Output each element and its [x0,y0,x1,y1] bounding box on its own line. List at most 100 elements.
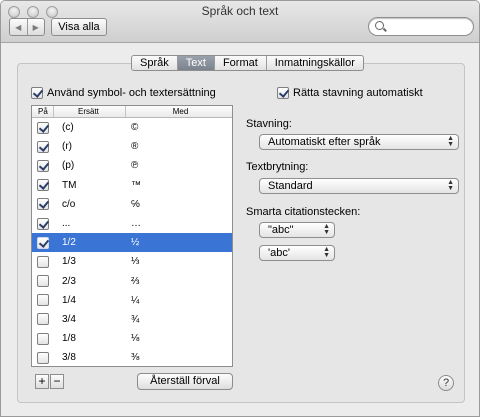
row-with-cell: ¼ [131,294,140,306]
row-with-cell: ¾ [131,313,140,325]
tab-text[interactable]: Text [176,56,214,70]
row-replace-cell: 1/4 [62,294,76,306]
double-quotes-value: "abc" [268,224,294,236]
row-with-cell: ⅓ [131,256,140,268]
row-enabled-checkbox[interactable] [37,236,49,249]
autocorrect-checkbox[interactable] [277,87,289,99]
row-with-cell: ™ [131,179,141,191]
table-body: (c) © (r) ® (p) ℗ TM ™ c/o ℅... … 1/2 ½ 1/3 ⅓ 2/3 ⅔ 1/4 ¼ 3… [32,118,232,366]
updown-arrows-icon: ▲ ▼ [447,135,454,148]
table-row[interactable]: (c) © [32,118,232,137]
row-replace-cell: TM [62,179,77,191]
table-row[interactable]: 1/4 ¼ [32,291,232,310]
single-quotes-popup[interactable]: 'abc' ▲ ▼ [259,245,335,261]
column-with[interactable]: Med [126,106,232,117]
table-row[interactable]: 3/4 ¾ [32,310,232,329]
row-with-cell: … [131,218,141,230]
row-replace-cell: (p) [62,160,75,172]
row-replace-cell: 1/2 [62,237,76,249]
row-enabled-checkbox[interactable] [37,294,49,307]
updown-arrows-icon: ▲ ▼ [323,246,330,259]
remove-button[interactable]: − [50,374,64,389]
spelling-popup[interactable]: Automatiskt efter språk ▲ ▼ [259,134,459,150]
table-row[interactable]: c/o ℅ [32,195,232,214]
autocorrect-row: Rätta stavning automatiskt [277,87,423,99]
row-enabled-checkbox[interactable] [37,121,49,134]
smart-quotes-label: Smarta citationstecken: [246,206,361,218]
tab-format[interactable]: Format [213,56,266,70]
row-replace-cell: 3/8 [62,352,76,364]
row-enabled-cell [32,275,54,288]
back-button[interactable]: ◀ [10,19,27,35]
tab-bar: Språk Text Format Inmatningskällor [131,55,364,71]
row-enabled-cell [32,121,54,134]
row-with-cell: ½ [131,237,140,249]
row-replace-cell: ... [62,218,71,230]
row-enabled-checkbox[interactable] [37,159,49,172]
table-row[interactable]: (r) ® [32,137,232,156]
reset-defaults-button[interactable]: Återställ förval [137,373,233,390]
row-enabled-checkbox[interactable] [37,351,49,364]
row-with-cell: © [131,122,139,134]
use-symbol-label: Använd symbol- och textersättning [47,87,216,99]
replacement-table[interactable]: På Ersätt Med (c) © (r) ® (p) ℗ TM ™ c/o ℅... … 1/2… [31,105,233,367]
table-row[interactable]: 1/3 ⅓ [32,252,232,271]
wordbreak-popup[interactable]: Standard ▲ ▼ [259,178,459,194]
row-enabled-checkbox[interactable] [37,313,49,326]
table-row[interactable]: TM ™ [32,176,232,195]
row-enabled-cell [32,236,54,249]
table-header: På Ersätt Med [32,106,232,118]
row-enabled-checkbox[interactable] [37,255,49,268]
column-on[interactable]: På [32,106,54,117]
row-enabled-checkbox[interactable] [37,140,49,153]
column-replace[interactable]: Ersätt [54,106,126,117]
forward-button[interactable]: ▶ [26,19,45,35]
double-quotes-popup[interactable]: "abc" ▲ ▼ [259,222,335,238]
search-field[interactable] [368,17,474,36]
show-all-button[interactable]: Visa alla [51,18,107,36]
updown-arrows-icon: ▲ ▼ [447,179,454,192]
table-row[interactable]: 1/8 ⅛ [32,329,232,348]
search-icon [375,21,384,30]
row-with-cell: ® [131,141,139,153]
add-button[interactable]: + [35,374,49,389]
row-with-cell: ⅛ [131,333,140,345]
autocorrect-label: Rätta stavning automatiskt [293,87,423,99]
row-with-cell: ⅜ [131,352,140,364]
row-enabled-checkbox[interactable] [37,217,49,230]
row-with-cell: ⅔ [131,275,140,287]
tab-input-sources[interactable]: Inmatningskällor [265,56,363,70]
row-with-cell: ℅ [131,198,140,210]
forward-arrow-icon: ▶ [32,22,39,32]
table-row[interactable]: (p) ℗ [32,156,232,175]
row-with-cell: ℗ [131,160,139,172]
row-enabled-checkbox[interactable] [37,179,49,192]
table-row[interactable]: 1/2 ½ [32,233,232,253]
row-replace-cell: (r) [62,141,72,153]
row-enabled-checkbox[interactable] [37,198,49,211]
table-row[interactable]: 3/8 ⅜ [32,348,232,366]
table-row[interactable]: 2/3 ⅔ [32,272,232,291]
row-replace-cell: 1/8 [62,333,76,345]
row-enabled-checkbox[interactable] [37,275,49,288]
nav-buttons: ◀ ▶ [9,18,45,36]
updown-arrows-icon: ▲ ▼ [323,223,330,236]
wordbreak-value: Standard [268,180,313,192]
tab-language[interactable]: Språk [132,56,177,70]
use-symbol-row: Använd symbol- och textersättning [31,87,216,99]
help-button[interactable]: ? [438,375,454,391]
preferences-window: Språk och text ◀ ▶ Visa alla Språk Text … [0,0,480,417]
row-enabled-cell [32,294,54,307]
row-enabled-checkbox[interactable] [37,332,49,345]
window-title: Språk och text [201,4,279,18]
table-row[interactable]: ... … [32,214,232,233]
use-symbol-checkbox[interactable] [31,87,43,99]
row-replace-cell: 1/3 [62,256,76,268]
row-replace-cell: 2/3 [62,275,76,287]
row-enabled-cell [32,140,54,153]
row-enabled-cell [32,159,54,172]
back-arrow-icon: ◀ [15,22,22,32]
spelling-label: Stavning: [246,118,292,130]
row-enabled-cell [32,332,54,345]
row-enabled-cell [32,198,54,211]
